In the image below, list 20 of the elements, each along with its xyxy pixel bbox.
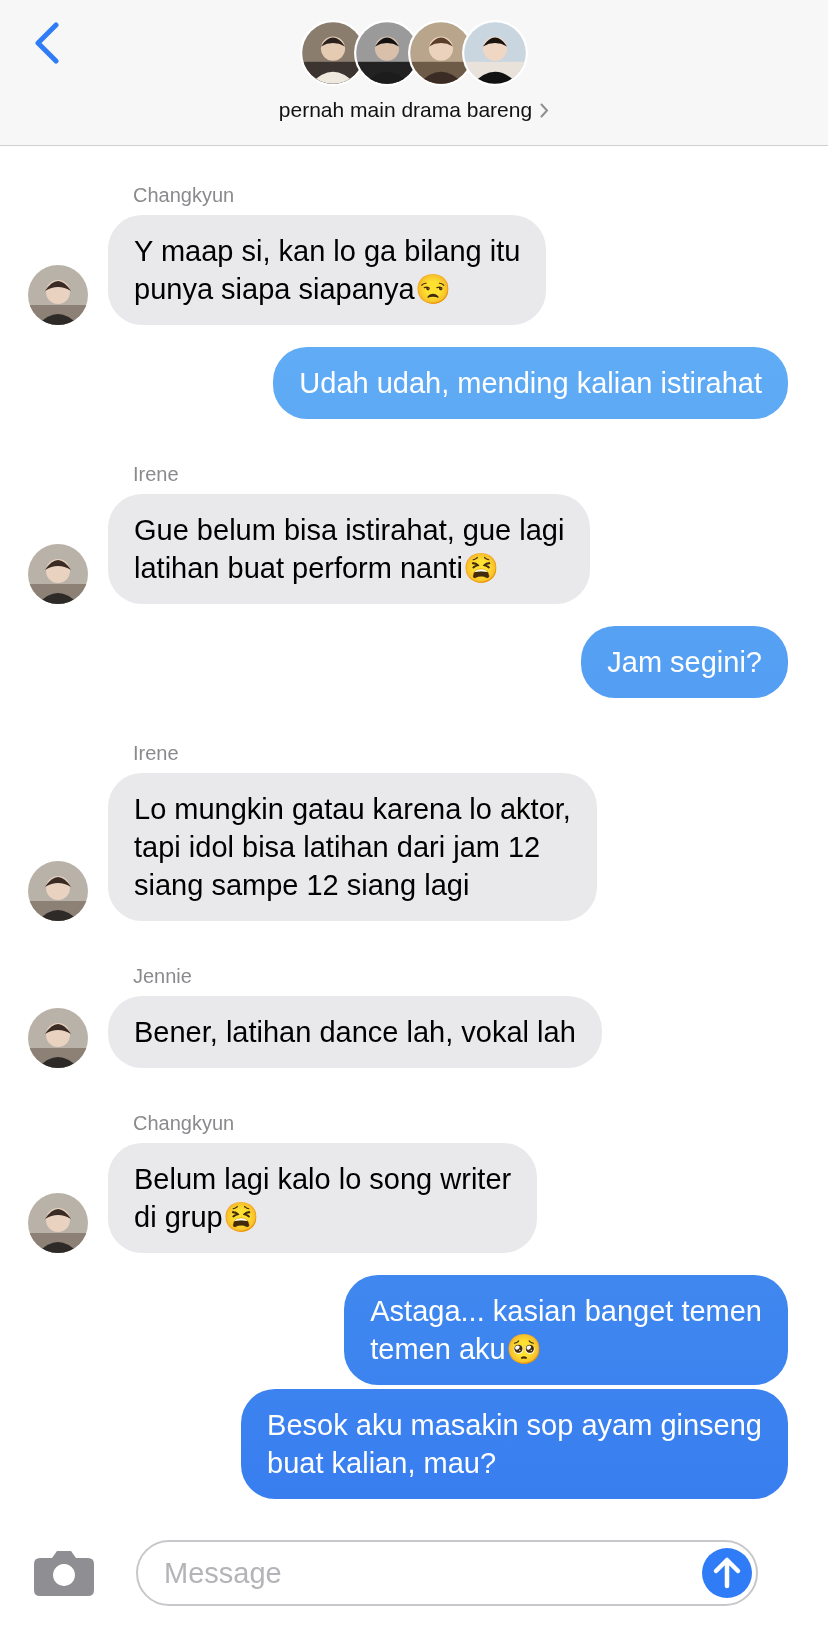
- message-bubble: Bener, latihan dance lah, vokal lah: [108, 996, 602, 1068]
- message-bubble: Besok aku masakin sop ayam ginseng buat kalian, mau?: [241, 1389, 788, 1499]
- sender-name: Changkyun: [133, 184, 236, 207]
- message-bubble: Y maap si, kan lo ga bilang itu punya siapa siapanya😒: [108, 215, 547, 325]
- sender-name: Irene: [133, 742, 180, 765]
- sender-name: Jennie: [133, 965, 193, 988]
- message-bubble: Jam segini?: [581, 626, 788, 698]
- message-bubble: Astaga... kasian banget temen temen aku🥺: [344, 1275, 788, 1385]
- send-button[interactable]: [702, 1548, 752, 1598]
- chevron-icon[interactable]: [540, 102, 550, 118]
- sender-name: Changkyun: [133, 1112, 236, 1135]
- camera-icon[interactable]: [34, 1550, 94, 1596]
- message-bubble: Belum lagi kalo lo song writer di grup😫: [108, 1143, 538, 1253]
- sender-name: Irene: [133, 463, 180, 486]
- message-bubble: Udah udah, mending kalian istirahat: [273, 347, 788, 419]
- message-bubble: Gue belum bisa istirahat, gue lagi latihan buat perform nanti😫: [108, 494, 591, 604]
- back-icon[interactable]: [34, 22, 60, 64]
- message-field[interactable]: Message: [136, 1540, 758, 1606]
- conversation-title[interactable]: pernah main drama bareng: [278, 98, 533, 122]
- message-bubble: Lo mungkin gatau karena lo aktor, tapi idol bisa latihan dari jam 12 siang sampe 12 siang lagi: [108, 773, 597, 921]
